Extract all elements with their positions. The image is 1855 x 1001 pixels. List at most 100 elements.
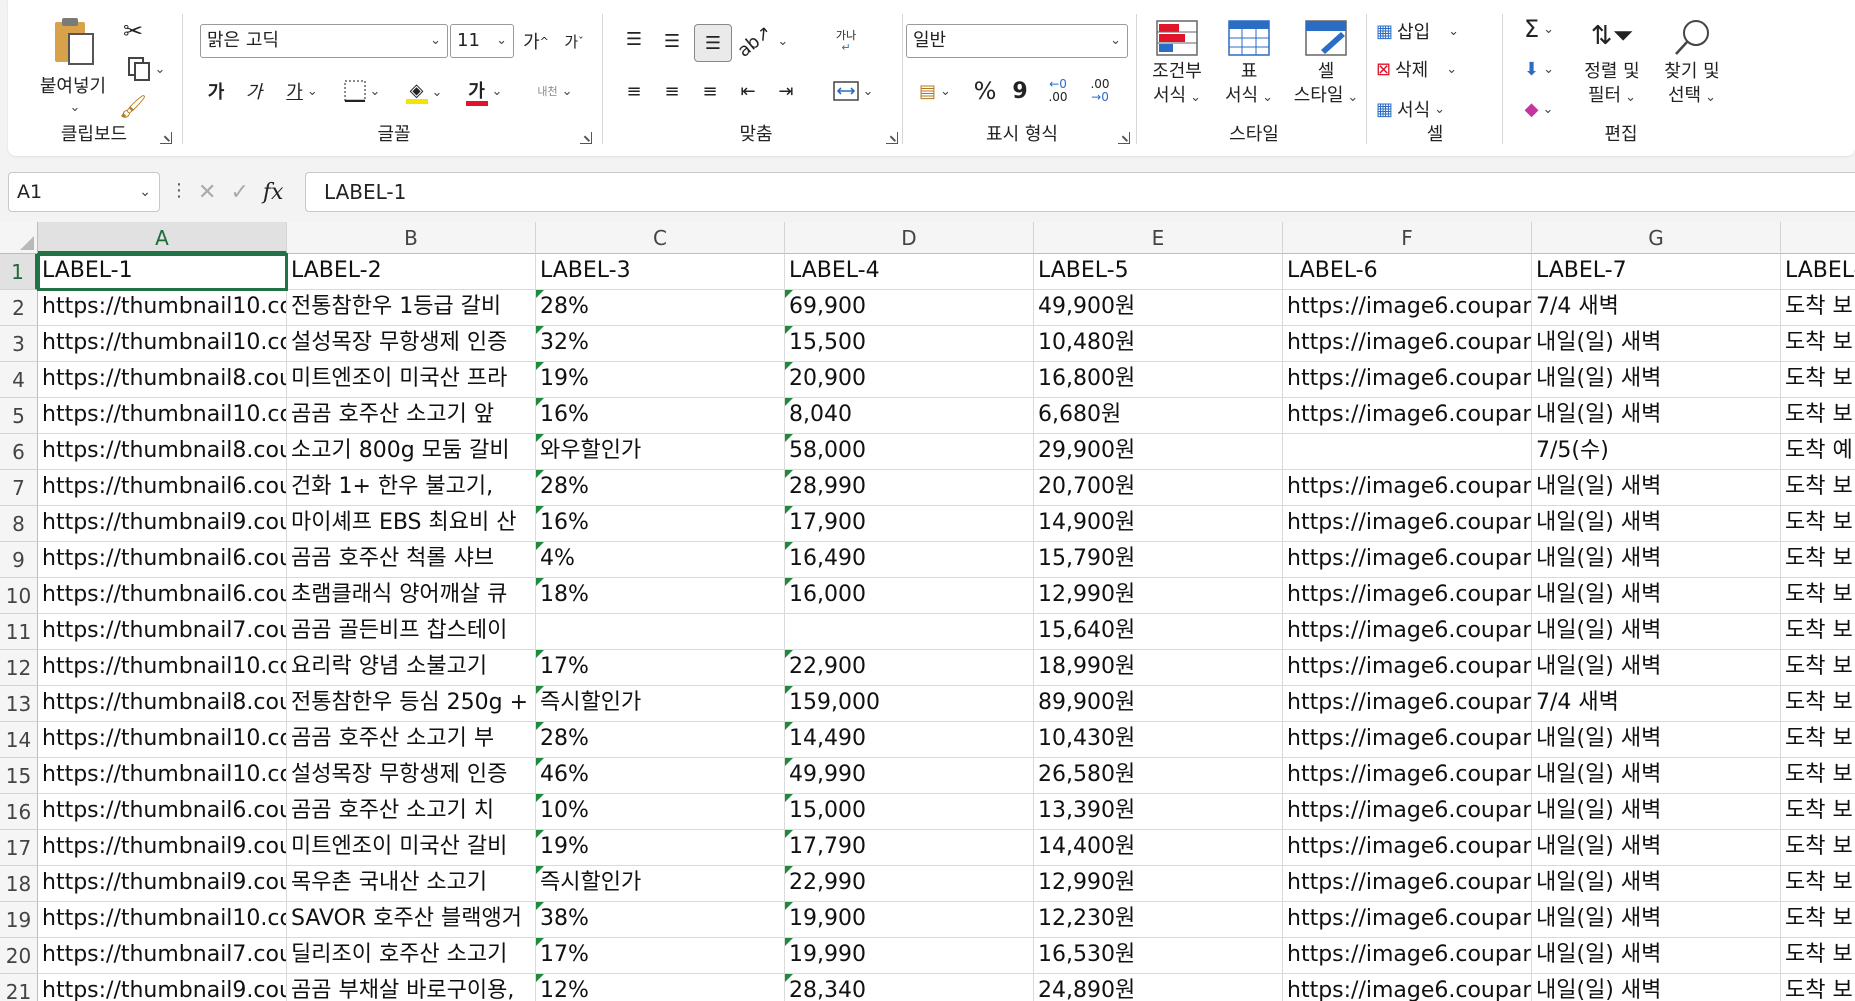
copy-button[interactable]: ⌄	[118, 54, 174, 84]
formula-input[interactable]: LABEL-1	[305, 172, 1855, 212]
cell[interactable]: 10,480원	[1034, 326, 1283, 362]
cell[interactable]: 32%	[536, 326, 785, 362]
row-header[interactable]: 6	[0, 434, 38, 470]
cell[interactable]: https://image6.coupang	[1283, 362, 1532, 398]
underline-button[interactable]: 가 ⌄	[276, 76, 328, 106]
cell[interactable]	[785, 614, 1034, 650]
cell[interactable]: 159,000	[785, 686, 1034, 722]
cell[interactable]: 내일(일) 새벽	[1532, 722, 1781, 758]
cell[interactable]: 49,990	[785, 758, 1034, 794]
cell[interactable]: 12%	[536, 974, 785, 1001]
cell[interactable]: 15,000	[785, 794, 1034, 830]
decrease-font-button[interactable]: 가ˇ	[556, 26, 592, 56]
cell[interactable]: 내일(일) 새벽	[1532, 470, 1781, 506]
cell[interactable]	[536, 614, 785, 650]
column-header[interactable]: C	[536, 222, 785, 254]
cell[interactable]: 도착 보	[1781, 758, 1855, 794]
row-header[interactable]: 15	[0, 758, 38, 794]
cell[interactable]: 18,990원	[1034, 650, 1283, 686]
find-select-button[interactable]: 찾기 및 선택 ⌄	[1652, 18, 1732, 118]
cell[interactable]: 내일(일) 새벽	[1532, 938, 1781, 974]
cell[interactable]: 내일(일) 새벽	[1532, 758, 1781, 794]
cell[interactable]: LABEL-3	[536, 254, 785, 290]
cell[interactable]: 28,990	[785, 470, 1034, 506]
cell[interactable]: https://image6.coupang	[1283, 650, 1532, 686]
cell[interactable]: 19,990	[785, 938, 1034, 974]
cell[interactable]: 58,000	[785, 434, 1034, 470]
cell[interactable]: https://thumbnail8.coup	[38, 434, 287, 470]
cut-button[interactable]: ✂	[118, 16, 148, 46]
cell[interactable]: 요리락 양념 소불고기	[287, 650, 536, 686]
cell[interactable]: 곰곰 호주산 소고기 치	[287, 794, 536, 830]
cell[interactable]: https://thumbnail9.coup	[38, 830, 287, 866]
font-name-select[interactable]: 맑은 고딕 ⌄	[200, 24, 448, 58]
cell[interactable]: https://thumbnail10.cou	[38, 722, 287, 758]
cell[interactable]: 19%	[536, 830, 785, 866]
cell[interactable]: 도착 보	[1781, 362, 1855, 398]
cell[interactable]: 28%	[536, 290, 785, 326]
cell[interactable]: https://image6.coupang	[1283, 722, 1532, 758]
cell[interactable]: 도착 보	[1781, 686, 1855, 722]
cell[interactable]: 곰곰 부채살 바로구이용,	[287, 974, 536, 1001]
cell[interactable]: 목우촌 국내산 소고기	[287, 866, 536, 902]
cell[interactable]: 도착 보	[1781, 398, 1855, 434]
cell[interactable]: 16%	[536, 398, 785, 434]
cell[interactable]: 16,000	[785, 578, 1034, 614]
cell[interactable]: https://thumbnail7.coup	[38, 614, 287, 650]
cell[interactable]: https://thumbnail8.coup	[38, 362, 287, 398]
cell[interactable]: https://image6.coupang	[1283, 866, 1532, 902]
cell[interactable]: 내일(일) 새벽	[1532, 326, 1781, 362]
cell[interactable]: https://thumbnail10.cou	[38, 326, 287, 362]
cell[interactable]: 도착 보	[1781, 578, 1855, 614]
number-launcher-icon[interactable]	[1118, 132, 1130, 144]
cell[interactable]: 7/4 새벽	[1532, 686, 1781, 722]
cell[interactable]: 28%	[536, 470, 785, 506]
cell[interactable]: 소고기 800g 모둠 갈비	[287, 434, 536, 470]
cell[interactable]: 설성목장 무항생제 인증	[287, 326, 536, 362]
cell[interactable]: 도착 보	[1781, 290, 1855, 326]
cell[interactable]: 내일(일) 새벽	[1532, 974, 1781, 1001]
cell[interactable]: 딜리조이 호주산 소고기	[287, 938, 536, 974]
italic-button[interactable]: 가	[240, 76, 268, 106]
align-middle-button[interactable]: ☰	[656, 26, 688, 56]
cell[interactable]: LABEL-2	[287, 254, 536, 290]
cell[interactable]: 16,490	[785, 542, 1034, 578]
cell[interactable]: https://thumbnail10.cou	[38, 650, 287, 686]
cell[interactable]: https://image6.coupang	[1283, 830, 1532, 866]
font-color-button[interactable]: 가 ⌄	[458, 74, 510, 108]
more-options-icon[interactable]: ⋮	[170, 180, 188, 201]
cell[interactable]: 14,400원	[1034, 830, 1283, 866]
format-as-table-button[interactable]: 표 서식 ⌄	[1214, 20, 1284, 118]
cell[interactable]: 와우할인가	[536, 434, 785, 470]
cell[interactable]: 도착 보	[1781, 506, 1855, 542]
cell[interactable]: https://thumbnail6.coup	[38, 470, 287, 506]
cell[interactable]: https://image6.coupang	[1283, 758, 1532, 794]
cell[interactable]: 6,680원	[1034, 398, 1283, 434]
cell[interactable]: 14,490	[785, 722, 1034, 758]
row-header[interactable]: 2	[0, 290, 38, 326]
cell[interactable]: 곰곰 골든비프 찹스테이	[287, 614, 536, 650]
cell[interactable]: 17,900	[785, 506, 1034, 542]
cell[interactable]: https://thumbnail7.coup	[38, 938, 287, 974]
active-cell[interactable]: LABEL-1	[37, 253, 288, 291]
cell[interactable]: LABEL-6	[1283, 254, 1532, 290]
phonetic-button[interactable]: 내천 ⌄	[524, 74, 586, 108]
align-bottom-button[interactable]: ☰	[694, 24, 732, 62]
borders-button[interactable]: ⌄	[338, 76, 386, 106]
cell[interactable]: 내일(일) 새벽	[1532, 830, 1781, 866]
column-header[interactable]: E	[1034, 222, 1283, 254]
cell[interactable]: 89,900원	[1034, 686, 1283, 722]
cell[interactable]: https://thumbnail6.coup	[38, 578, 287, 614]
percent-style-button[interactable]: %	[968, 74, 1002, 108]
cell[interactable]: 16,530원	[1034, 938, 1283, 974]
cell[interactable]: 12,990원	[1034, 866, 1283, 902]
cell[interactable]: 20,700원	[1034, 470, 1283, 506]
cancel-icon[interactable]: ✕	[198, 180, 216, 205]
accounting-format-button[interactable]: ▤ ⌄	[910, 76, 960, 106]
cell[interactable]: https://thumbnail10.cou	[38, 902, 287, 938]
cell[interactable]: 14,900원	[1034, 506, 1283, 542]
name-box[interactable]: A1 ⌄	[8, 172, 160, 212]
cell[interactable]: 도착 보	[1781, 866, 1855, 902]
cell[interactable]: 38%	[536, 902, 785, 938]
cell[interactable]: 16%	[536, 506, 785, 542]
